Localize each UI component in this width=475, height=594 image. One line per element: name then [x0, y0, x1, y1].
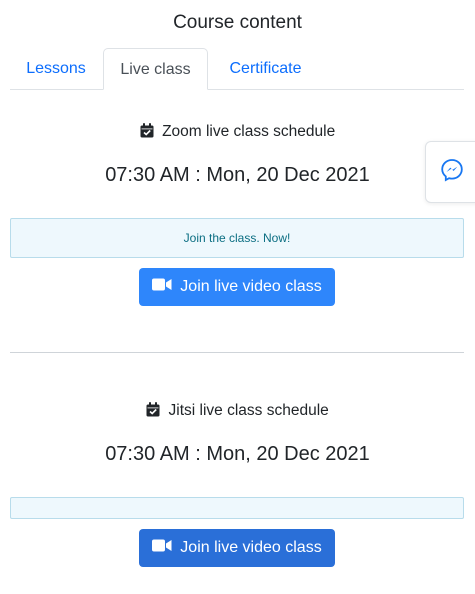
jitsi-schedule-heading: Jitsi live class schedule	[0, 402, 475, 420]
calendar-check-icon	[146, 402, 168, 419]
zoom-schedule-heading: Zoom live class schedule	[0, 123, 475, 141]
course-tabs: Lessons Live class Certificate	[10, 48, 464, 90]
jitsi-heading-text: Jitsi live class schedule	[168, 402, 329, 419]
page-title: Course content	[173, 12, 302, 33]
tab-live-class[interactable]: Live class	[103, 48, 208, 90]
join-zoom-button[interactable]: Join live video class	[139, 268, 335, 306]
zoom-class-time: 07:30 AM : Mon, 20 Dec 2021	[105, 164, 370, 186]
calendar-check-icon	[140, 123, 162, 140]
jitsi-join-alert	[10, 497, 464, 519]
video-camera-icon	[152, 539, 180, 557]
zoom-join-alert: Join the class. Now!	[10, 218, 464, 258]
section-divider	[10, 352, 464, 353]
jitsi-class-time: 07:30 AM : Mon, 20 Dec 2021	[105, 443, 370, 465]
messenger-icon	[440, 158, 464, 187]
tab-certificate[interactable]: Certificate	[213, 48, 318, 90]
join-jitsi-button[interactable]: Join live video class	[139, 529, 335, 567]
tab-lessons[interactable]: Lessons	[10, 48, 102, 90]
join-jitsi-label: Join live video class	[180, 539, 322, 556]
video-camera-icon	[152, 278, 180, 296]
messenger-chat-button[interactable]	[425, 141, 475, 203]
join-zoom-label: Join live video class	[180, 278, 322, 295]
zoom-heading-text: Zoom live class schedule	[162, 123, 336, 140]
